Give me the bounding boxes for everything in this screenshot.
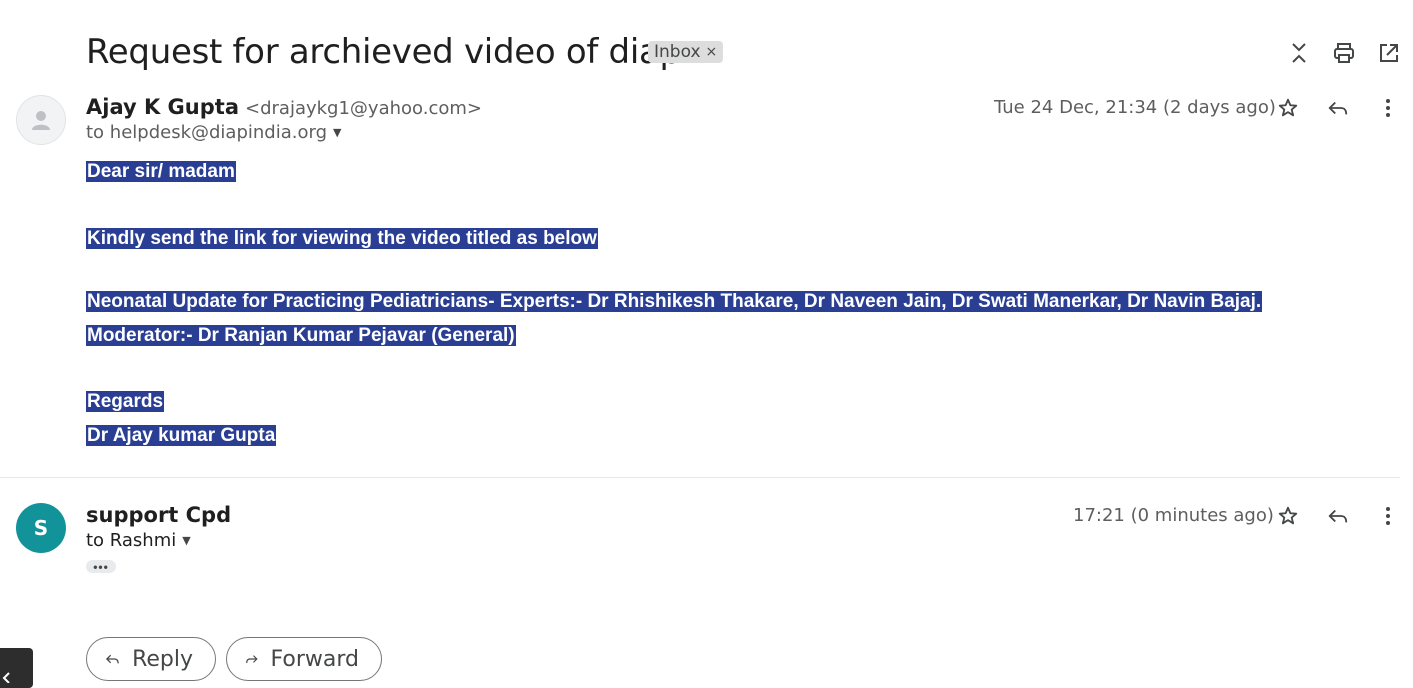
message-date: 17:21 (0 minutes ago) [1073, 505, 1274, 526]
sender-email: <drajaykg1@yahoo.com> [245, 98, 482, 119]
star-icon[interactable] [1268, 496, 1308, 536]
show-details-chevron-icon[interactable]: ▼ [182, 534, 190, 547]
sender-avatar-placeholder[interactable] [16, 95, 66, 145]
show-trimmed-content-button[interactable]: ••• [86, 560, 116, 573]
person-icon [32, 111, 50, 130]
trimmed-dots: ••• [93, 559, 109, 574]
recipients-text: to Rashmi [86, 530, 177, 551]
message-divider [0, 477, 1400, 478]
recipients-text: to helpdesk@diapindia.org [86, 122, 327, 143]
reply-icon[interactable] [1318, 88, 1358, 128]
print-icon[interactable] [1324, 33, 1364, 73]
chevron-left-icon [2, 672, 10, 684]
recipients-line[interactable]: to Rashmi ▼ [86, 530, 191, 551]
forward-button[interactable]: Forward [226, 637, 382, 681]
more-options-icon[interactable] [1368, 496, 1408, 536]
message-body: Dear sir/ madam [86, 161, 236, 183]
reply-label: Reply [132, 646, 193, 672]
side-panel-toggle[interactable] [0, 648, 33, 688]
reply-icon[interactable] [1318, 496, 1358, 536]
star-icon[interactable] [1268, 88, 1308, 128]
reply-button[interactable]: Reply [86, 637, 216, 681]
body-request: Kindly send the link for viewing the vid… [86, 228, 598, 249]
sender-name[interactable]: Ajay K Gupta [86, 95, 239, 119]
recipients-line[interactable]: to helpdesk@diapindia.org ▼ [86, 122, 341, 143]
sender-line: Ajay K Gupta <drajaykg1@yahoo.com> [86, 95, 482, 119]
body-moderator: Moderator:- Dr Ranjan Kumar Pejavar (Gen… [86, 325, 516, 346]
email-subject: Request for archieved video of diap [86, 32, 681, 72]
more-options-icon[interactable] [1368, 88, 1408, 128]
remove-label-icon[interactable]: × [706, 41, 718, 63]
reply-icon [105, 654, 119, 664]
forward-label: Forward [270, 646, 359, 672]
sender-avatar[interactable]: S [16, 503, 66, 553]
body-greeting: Dear sir/ madam [86, 161, 236, 182]
message-date: Tue 24 Dec, 21:34 (2 days ago) [994, 97, 1276, 118]
collapse-all-icon[interactable] [1279, 33, 1319, 73]
show-details-chevron-icon[interactable]: ▼ [333, 126, 341, 139]
open-in-new-window-icon[interactable] [1369, 33, 1409, 73]
body-video-title: Neonatal Update for Practicing Pediatric… [86, 291, 1263, 312]
inbox-label-chip[interactable]: Inbox × [648, 41, 724, 63]
forward-icon [246, 655, 258, 663]
sender-name[interactable]: support Cpd [86, 503, 231, 527]
body-regards: Regards [86, 391, 165, 412]
body-signature: Dr Ajay kumar Gupta [86, 425, 277, 446]
label-text: Inbox [654, 42, 701, 62]
